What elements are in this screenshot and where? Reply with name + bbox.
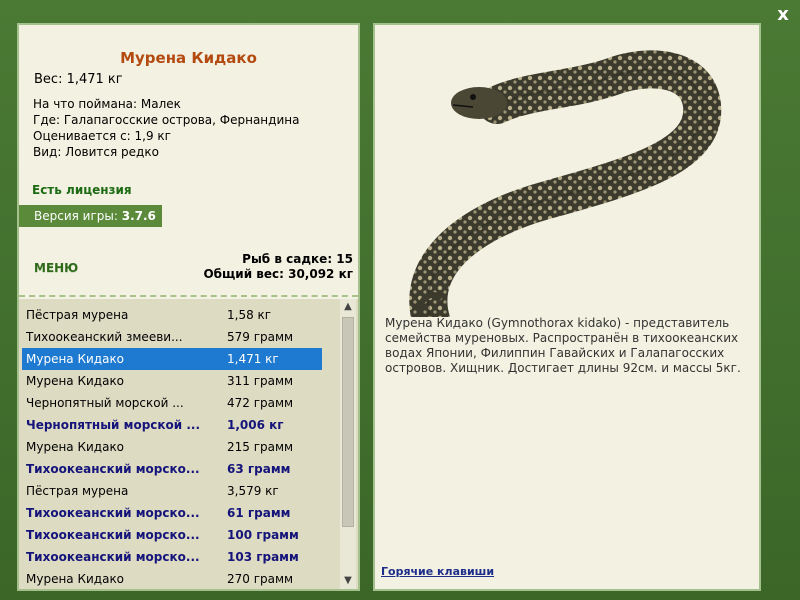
fish-image (409, 50, 722, 317)
item-name: Тихоокеанский морско... (26, 462, 200, 476)
item-name: Чернопятный морской ... (26, 418, 201, 432)
item-name: Мурена Кидако (26, 374, 125, 388)
item-weight: 1,471 кг (227, 352, 279, 366)
item-weight: 103 грамм (227, 550, 299, 564)
item-weight: 3,579 кг (227, 484, 279, 498)
fish-price: Оценивается с: 1,9 кг (33, 129, 171, 143)
item-weight: 61 грамм (227, 506, 291, 520)
fish-place: Где: Галапагосские острова, Фернандина (33, 113, 300, 127)
fish-title: Мурена Кидако (120, 49, 257, 67)
list-item[interactable]: Мурена Кидако 270 грамм (22, 568, 322, 589)
list-item[interactable]: Тихоокеанский морско... 61 грамм (22, 502, 322, 524)
item-name: Тихоокеанский морско... (26, 550, 200, 564)
item-name: Тихоокеанский морско... (26, 506, 200, 520)
game-version: Версия игры: 3.7.6 (19, 205, 162, 227)
fish-bait: На что поймана: Малек (33, 97, 181, 111)
list-item[interactable]: Чернопятный морской ... 1,006 кг (22, 414, 322, 436)
list-item[interactable]: Тихоокеанский змееви... 579 грамм (22, 326, 322, 348)
catch-list: Пёстрая мурена 1,58 кг Тихоокеанский зме… (19, 299, 358, 589)
scroll-down-icon[interactable]: ▼ (340, 573, 356, 589)
list-scrollbar[interactable]: ▲ ▼ (340, 299, 356, 589)
item-name: Мурена Кидако (26, 440, 125, 454)
license-status: Есть лицензия (32, 183, 132, 197)
list-item[interactable]: Чернопятный морской ... 472 грамм (22, 392, 322, 414)
menu-button[interactable]: МЕНЮ (34, 261, 78, 275)
list-item[interactable]: Пёстрая мурена 3,579 кг (22, 480, 322, 502)
item-name: Пёстрая мурена (26, 484, 129, 498)
left-panel: Мурена Кидако Вес: 1,471 кг На что пойма… (17, 23, 360, 591)
item-weight: 579 грамм (227, 330, 294, 344)
item-name: Тихоокеанский змееви... (26, 330, 183, 344)
list-item[interactable]: Тихоокеанский морско... 63 грамм (22, 458, 322, 480)
fish-type: Вид: Ловится редко (33, 145, 159, 159)
total-weight: Общий вес: 30,092 кг (203, 267, 353, 281)
list-item[interactable]: Тихоокеанский морско... 103 грамм (22, 546, 322, 568)
list-item[interactable]: Тихоокеанский морско... 100 грамм (22, 524, 322, 546)
close-button[interactable]: x (772, 4, 794, 26)
version-value: 3.7.6 (121, 209, 156, 223)
list-item[interactable]: Пёстрая мурена 1,58 кг (22, 304, 322, 326)
item-name: Пёстрая мурена (26, 308, 129, 322)
item-weight: 472 грамм (227, 396, 294, 410)
item-weight: 311 грамм (227, 374, 294, 388)
item-name: Мурена Кидако (26, 572, 125, 586)
right-panel: Мурена Кидако (Gymnothorax kidako) - пре… (373, 23, 761, 591)
list-item[interactable]: Мурена Кидако 311 грамм (22, 370, 322, 392)
hotkeys-link[interactable]: Горячие клавиши (381, 565, 494, 578)
item-weight: 1,58 кг (227, 308, 272, 322)
item-name: Тихоокеанский морско... (26, 528, 200, 542)
fish-description: Мурена Кидако (Gymnothorax kidako) - пре… (385, 316, 741, 375)
item-weight: 100 грамм (227, 528, 299, 542)
item-weight: 63 грамм (227, 462, 291, 476)
list-item[interactable]: Мурена Кидако 215 грамм (22, 436, 322, 458)
item-weight: 270 грамм (227, 572, 294, 586)
item-name: Мурена Кидако (26, 352, 125, 366)
list-item-selected[interactable]: Мурена Кидако 1,471 кг (22, 348, 322, 370)
item-name: Чернопятный морской ... (26, 396, 184, 410)
item-weight: 1,006 кг (227, 418, 284, 432)
version-label: Версия игры: (34, 209, 118, 223)
scroll-up-icon[interactable]: ▲ (340, 299, 356, 315)
scroll-thumb[interactable] (342, 317, 354, 527)
catch-stats: Рыб в садке: 15 Общий вес: 30,092 кг (203, 252, 353, 282)
divider (19, 295, 358, 297)
fish-count: Рыб в садке: 15 (242, 252, 353, 266)
item-weight: 215 грамм (227, 440, 294, 454)
fish-weight: Вес: 1,471 кг (34, 72, 123, 87)
